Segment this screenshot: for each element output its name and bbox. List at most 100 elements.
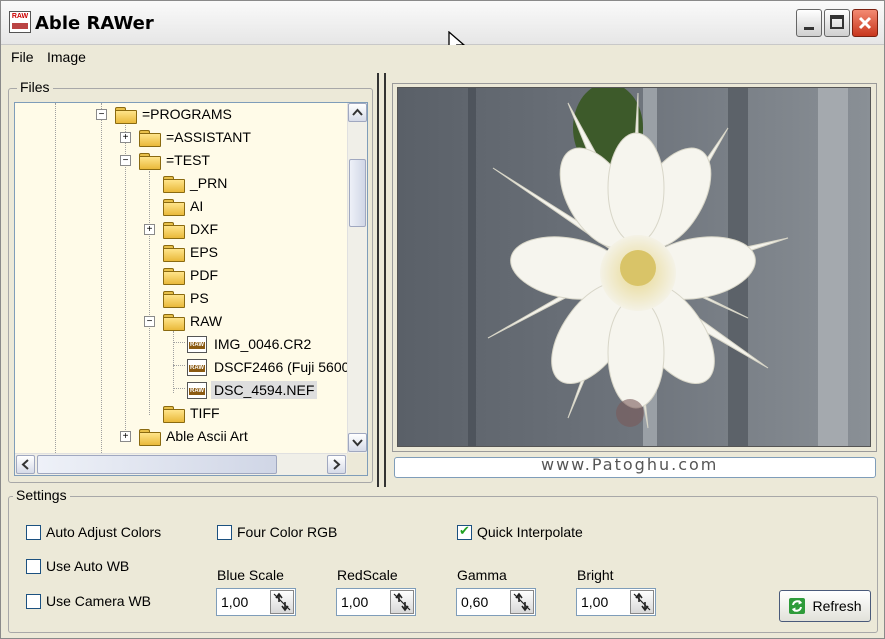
spin-updown-button[interactable] [390, 590, 414, 614]
scroll-up-button[interactable] [348, 103, 367, 122]
tree-item-pdf[interactable]: PDF [163, 264, 221, 286]
chevron-up-icon [352, 108, 363, 116]
tree-item-ai[interactable]: AI [163, 195, 206, 217]
menu-bar: File Image [1, 45, 884, 71]
title-bar[interactable]: RAW Able RAWer [1, 1, 884, 56]
checkbox-label: Auto Adjust Colors [46, 524, 162, 540]
tree-item-test[interactable]: =TEST [139, 149, 213, 171]
tree-item-eps[interactable]: EPS [163, 241, 221, 263]
menu-file[interactable]: File [11, 49, 34, 65]
tree-item-able-ascii-art[interactable]: Able Ascii Art [139, 425, 251, 447]
folder-icon [163, 175, 185, 193]
folder-icon [163, 221, 185, 239]
tree-item-label: PS [190, 290, 209, 306]
tree-item-label: DXF [190, 221, 218, 237]
updown-arrow-icon [633, 592, 651, 612]
checkbox-label: Quick Interpolate [477, 524, 583, 540]
auto-adjust-colors-checkbox[interactable]: Auto Adjust Colors [26, 524, 161, 540]
collapse-icon[interactable]: − [96, 109, 107, 120]
tree-item-tiff[interactable]: TIFF [163, 402, 223, 424]
blue-scale-spinner[interactable] [216, 588, 296, 616]
minimize-icon [804, 27, 814, 30]
tree-item-label: Able Ascii Art [166, 428, 248, 444]
tree-item-img-0046[interactable]: IMG_0046.CR2 [187, 333, 314, 355]
checkbox-box[interactable] [26, 593, 41, 609]
folder-icon [139, 152, 161, 170]
settings-group [8, 496, 878, 633]
tree-item-label: _PRN [190, 175, 228, 191]
expand-icon[interactable]: + [120, 431, 131, 442]
updown-arrow-icon [393, 592, 411, 612]
tree-item-programs[interactable]: =PROGRAMS [115, 103, 235, 125]
gamma-input[interactable] [459, 591, 509, 613]
chevron-left-icon [21, 459, 29, 470]
checkbox-box[interactable] [457, 523, 472, 540]
folder-icon [163, 405, 185, 423]
gamma-spinner[interactable] [456, 588, 536, 616]
spin-updown-button[interactable] [270, 590, 294, 614]
app-icon: RAW [9, 11, 31, 33]
tree-item-dscf2466[interactable]: DSCF2466 (Fuji 5600). [187, 356, 348, 378]
tree-item-label: IMG_0046.CR2 [214, 336, 312, 352]
folder-icon [139, 428, 161, 446]
scroll-thumb[interactable] [37, 455, 277, 474]
maximize-button[interactable] [824, 9, 850, 37]
scroll-corner [347, 453, 367, 475]
bright-input[interactable] [579, 591, 629, 613]
window-title: Able RAWer [35, 13, 154, 34]
menu-image[interactable]: Image [47, 49, 86, 65]
watermark-text: www.Patoghu.com [541, 455, 719, 474]
checkbox-label: Use Camera WB [46, 593, 152, 609]
tree-item-prn[interactable]: _PRN [163, 172, 230, 194]
folder-icon [163, 290, 185, 308]
expand-icon[interactable]: + [120, 132, 131, 143]
checkbox-box[interactable] [26, 524, 41, 540]
tree-guide-line [55, 103, 56, 453]
expand-icon[interactable]: + [144, 224, 155, 235]
tree-item-label: DSCF2466 (Fuji 5600). [214, 359, 348, 375]
tree-item-label: TIFF [190, 405, 220, 421]
tree-item-raw[interactable]: RAW [163, 310, 225, 332]
red-scale-spinner[interactable] [336, 588, 416, 616]
spin-updown-button[interactable] [510, 590, 534, 614]
pane-splitter[interactable] [377, 73, 386, 487]
file-tree[interactable]: − =PROGRAMS + =ASSISTANT − =TEST _PRN AI… [14, 102, 368, 476]
folder-icon [163, 313, 185, 331]
scroll-left-button[interactable] [16, 455, 35, 474]
tree-horizontal-scrollbar[interactable] [15, 453, 348, 475]
tree-item-ps[interactable]: PS [163, 287, 212, 309]
tree-item-label: PDF [190, 267, 218, 283]
refresh-button[interactable]: Refresh [779, 590, 871, 622]
red-scale-input[interactable] [339, 591, 389, 613]
scroll-down-button[interactable] [348, 433, 367, 452]
folder-icon [115, 106, 137, 124]
bright-spinner[interactable] [576, 588, 656, 616]
tree-item-dsc-4594[interactable]: DSC_4594.NEF [187, 379, 318, 401]
folder-icon [163, 267, 185, 285]
folder-icon [163, 244, 185, 262]
tree-item-dxf[interactable]: DXF [163, 218, 221, 240]
collapse-icon[interactable]: − [120, 155, 131, 166]
spin-updown-button[interactable] [630, 590, 654, 614]
tree-item-label: RAW [190, 313, 223, 329]
minimize-button[interactable] [796, 9, 822, 37]
use-camera-wb-checkbox[interactable]: Use Camera WB [26, 593, 151, 609]
use-auto-wb-checkbox[interactable]: Use Auto WB [26, 558, 129, 574]
checkbox-box[interactable] [217, 524, 232, 540]
blue-scale-input[interactable] [219, 591, 269, 613]
checkbox-box[interactable] [26, 558, 41, 574]
blue-scale-label: Blue Scale [217, 567, 284, 583]
four-color-rgb-checkbox[interactable]: Four Color RGB [217, 524, 337, 540]
quick-interpolate-checkbox[interactable]: Quick Interpolate [457, 523, 583, 540]
tree-guide-line [173, 365, 185, 366]
close-button[interactable] [852, 9, 878, 37]
scroll-right-button[interactable] [327, 455, 346, 474]
tree-item-label: =TEST [166, 152, 210, 168]
scroll-thumb[interactable] [349, 159, 366, 227]
tree-vertical-scrollbar[interactable] [347, 103, 367, 453]
tree-guide-line [125, 125, 126, 440]
tree-item-label: EPS [190, 244, 219, 260]
flower-photo [398, 88, 870, 446]
tree-item-assistant[interactable]: =ASSISTANT [139, 126, 254, 148]
collapse-icon[interactable]: − [144, 316, 155, 327]
